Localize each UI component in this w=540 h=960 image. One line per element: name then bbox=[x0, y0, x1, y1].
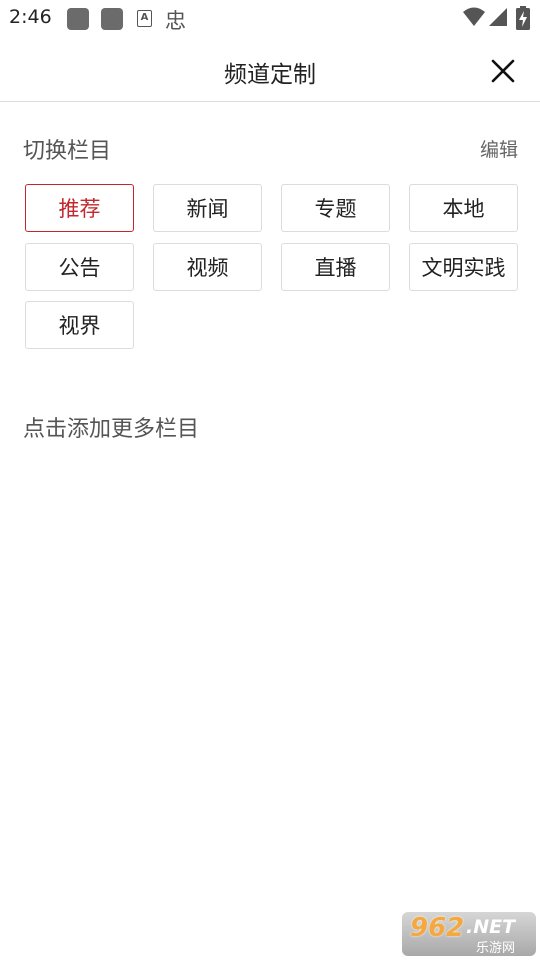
channel-chip[interactable]: 新闻 bbox=[153, 184, 262, 232]
channel-chip[interactable]: 公告 bbox=[25, 243, 134, 291]
header-bar: 频道定制 bbox=[0, 38, 540, 102]
channel-chip[interactable]: 文明实践 bbox=[409, 243, 518, 291]
more-channels-header: 点击添加更多栏目 bbox=[23, 411, 518, 442]
close-button[interactable] bbox=[484, 52, 522, 90]
more-channels-title: 点击添加更多栏目 bbox=[23, 417, 200, 442]
signal-icon bbox=[489, 8, 507, 26]
my-channels-header: 切换栏目 编辑 bbox=[23, 133, 518, 164]
status-time: 2:46 bbox=[9, 6, 52, 28]
watermark-sub: 乐游网 bbox=[476, 941, 516, 956]
close-icon bbox=[491, 59, 515, 83]
edit-button[interactable]: 编辑 bbox=[480, 135, 518, 162]
channel-chip[interactable]: 视界 bbox=[25, 301, 134, 349]
wifi-icon bbox=[463, 7, 485, 26]
a-box-icon: A bbox=[137, 10, 152, 27]
channel-chip[interactable]: 推荐 bbox=[25, 184, 134, 232]
channel-chip[interactable]: 视频 bbox=[153, 243, 262, 291]
status-bar: 2:46 A 忠 bbox=[0, 0, 540, 38]
watermark-main: 962 bbox=[410, 913, 465, 943]
my-channels-title: 切换栏目 bbox=[23, 139, 112, 164]
glyph-icon: 忠 bbox=[165, 9, 186, 33]
watermark-net: .NET bbox=[466, 916, 516, 938]
battery-charging-icon bbox=[516, 6, 530, 30]
app-notification-icon bbox=[101, 8, 123, 30]
watermark-logo: 962 .NET 乐游网 bbox=[402, 912, 536, 956]
page-title: 频道定制 bbox=[224, 62, 316, 88]
app-notification-icon bbox=[67, 8, 89, 30]
channel-chip[interactable]: 直播 bbox=[281, 243, 390, 291]
channel-chip[interactable]: 专题 bbox=[281, 184, 390, 232]
channel-chip[interactable]: 本地 bbox=[409, 184, 518, 232]
